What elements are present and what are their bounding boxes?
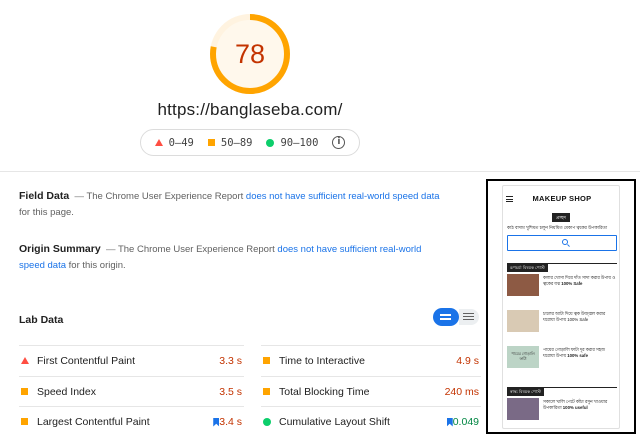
origin-summary-text-after: for this origin. (68, 260, 126, 271)
field-data-title: Field Data (19, 190, 70, 202)
metric-label: Time to Interactive (279, 355, 365, 367)
search-icon (562, 239, 568, 245)
preview-post-title: চালের আটা দিয়ে ত্বক উজ্জ্বল করার ঘরোয়া… (543, 311, 617, 323)
legend-pass: 90–100 (266, 137, 318, 149)
metric-row: Cumulative Layout Shift 0.049 (261, 406, 481, 437)
divider (0, 171, 640, 172)
metric-value: 3.5 s (219, 386, 242, 398)
metric-label: Largest Contentful Paint (37, 416, 150, 428)
preview-post-badge: 100% useful (562, 405, 588, 410)
field-data-section: Field Data — The Chrome User Experience … (19, 188, 444, 221)
origin-summary-dash: — (105, 244, 116, 255)
score-legend: 0–49 50–89 90–100 i (140, 129, 360, 156)
metric-value: 240 ms (444, 386, 479, 398)
green-circle-icon (266, 138, 275, 147)
origin-summary-section: Origin Summary — The Chrome User Experie… (19, 241, 444, 274)
field-data-link[interactable]: does not have sufficient real-world spee… (246, 191, 440, 202)
field-data-text-after: for this page. (19, 207, 74, 218)
metric-view-toggle[interactable] (433, 308, 479, 326)
orange-square-icon (263, 357, 270, 364)
metric-label: First Contentful Paint (37, 355, 136, 367)
metric-row: Total Blocking Time 240 ms (261, 376, 481, 407)
preview-post-badge: 100% safe (567, 353, 589, 358)
metric-label: Total Blocking Time (279, 386, 370, 398)
preview-post-item: সকালে খালি পেটে কাঁচা রসুন খাওয়ার উপকার… (507, 398, 619, 420)
preview-post-thumbnail (507, 398, 539, 420)
compact-view-button[interactable] (433, 308, 459, 326)
metric-label: Cumulative Layout Shift (279, 416, 390, 428)
preview-post-thumbnail: পায়ের গোড়ালি ফাটা (507, 346, 539, 368)
green-circle-icon (263, 418, 271, 426)
orange-square-icon (21, 418, 28, 425)
preview-post-thumbnail (507, 310, 539, 332)
metric-value: 3.4 s (219, 416, 242, 428)
preview-post-item: পায়ের গোড়ালি ফাটা পায়ের গোড়ালি ফাটা দ… (507, 346, 619, 368)
metric-value: 3.3 s (219, 355, 242, 367)
preview-post-badge: 100% Safe (561, 281, 583, 286)
preview-thumbnail-caption: পায়ের গোড়ালি ফাটা (511, 352, 535, 361)
metric-value: 4.9 s (456, 355, 479, 367)
field-data-dash: — (74, 191, 84, 202)
preview-post-thumbnail (507, 274, 539, 296)
preview-post-title: সকালে খালি পেটে কাঁচা রসুন খাওয়ার উপকার… (543, 399, 617, 411)
metric-row: Time to Interactive 4.9 s (261, 345, 481, 376)
preview-site-title: MAKEUP SHOP (532, 194, 592, 203)
preview-section-health: স্বাস্থ্য বিষয়ক পোস্ট (507, 380, 617, 396)
metric-row: First Contentful Paint 3.3 s (19, 345, 244, 376)
metric-row: Largest Contentful Paint 3.4 s (19, 406, 244, 437)
preview-post-title-text: চালের আটা দিয়ে ত্বক উজ্জ্বল করার ঘরোয়া… (543, 311, 606, 322)
legend-fail-label: 0–49 (168, 136, 194, 149)
field-data-text: The Chrome User Experience Report (86, 191, 244, 202)
preview-section-health-label: স্বাস্থ্য বিষয়ক পোস্ট (507, 388, 544, 396)
legend-pass-label: 90–100 (280, 136, 319, 149)
preview-section-beauty: রূপচর্চা বিষয়ক পোস্ট (507, 256, 617, 272)
web-vital-flag-icon (446, 417, 453, 427)
metric-value: 0.049 (452, 416, 479, 428)
metric-label: Speed Index (37, 386, 96, 398)
expanded-view-button[interactable] (459, 309, 479, 325)
info-icon[interactable]: i (332, 136, 346, 149)
legend-average: 50–89 (207, 136, 253, 149)
orange-square-icon (207, 139, 215, 146)
preview-post-title: কলার খোসা দিয়ে দাঁত সাদা করার উপায় ও ত… (543, 275, 617, 287)
origin-summary-title: Origin Summary (19, 243, 101, 255)
preview-section-beauty-label: রূপচর্চা বিষয়ক পোস্ট (507, 264, 548, 272)
preview-home-tag: প্রচ্ছদ (552, 213, 570, 222)
preview-search-box (507, 235, 617, 251)
page-url: https://banglaseba.com/ (157, 100, 343, 119)
origin-summary-text: The Chrome User Experience Report (117, 244, 275, 255)
legend-average-label: 50–89 (220, 136, 253, 149)
orange-square-icon (263, 388, 270, 395)
lab-data-title: Lab Data (19, 314, 64, 326)
red-triangle-icon (154, 139, 163, 146)
final-screenshot: MAKEUP SHOP প্রচ্ছদ কাঠ বাদাম খুশিমত চলু… (486, 179, 636, 434)
mobile-page-preview: MAKEUP SHOP প্রচ্ছদ কাঠ বাদাম খুশিমত চলু… (502, 185, 620, 429)
metric-row: Speed Index 3.5 s (19, 376, 244, 407)
preview-post-item: চালের আটা দিয়ে ত্বক উজ্জ্বল করার ঘরোয়া… (507, 310, 619, 332)
performance-score: 78 (234, 39, 266, 69)
preview-ticker: কাঠ বাদাম খুশিমত চলুন নিয়মিত মেকাপ ত্বক… (507, 225, 608, 230)
preview-post-title: পায়ের গোড়ালি ফাটা দূর করার সহজ ঘরোয়া … (543, 347, 617, 359)
web-vital-flag-icon (213, 417, 220, 427)
preview-post-item: কলার খোসা দিয়ে দাঁত সাদা করার উপায় ও ত… (507, 274, 619, 296)
legend-fail: 0–49 (154, 136, 194, 149)
orange-square-icon (21, 388, 28, 395)
performance-score-gauge: 78 (208, 12, 292, 96)
red-triangle-icon (21, 357, 29, 364)
